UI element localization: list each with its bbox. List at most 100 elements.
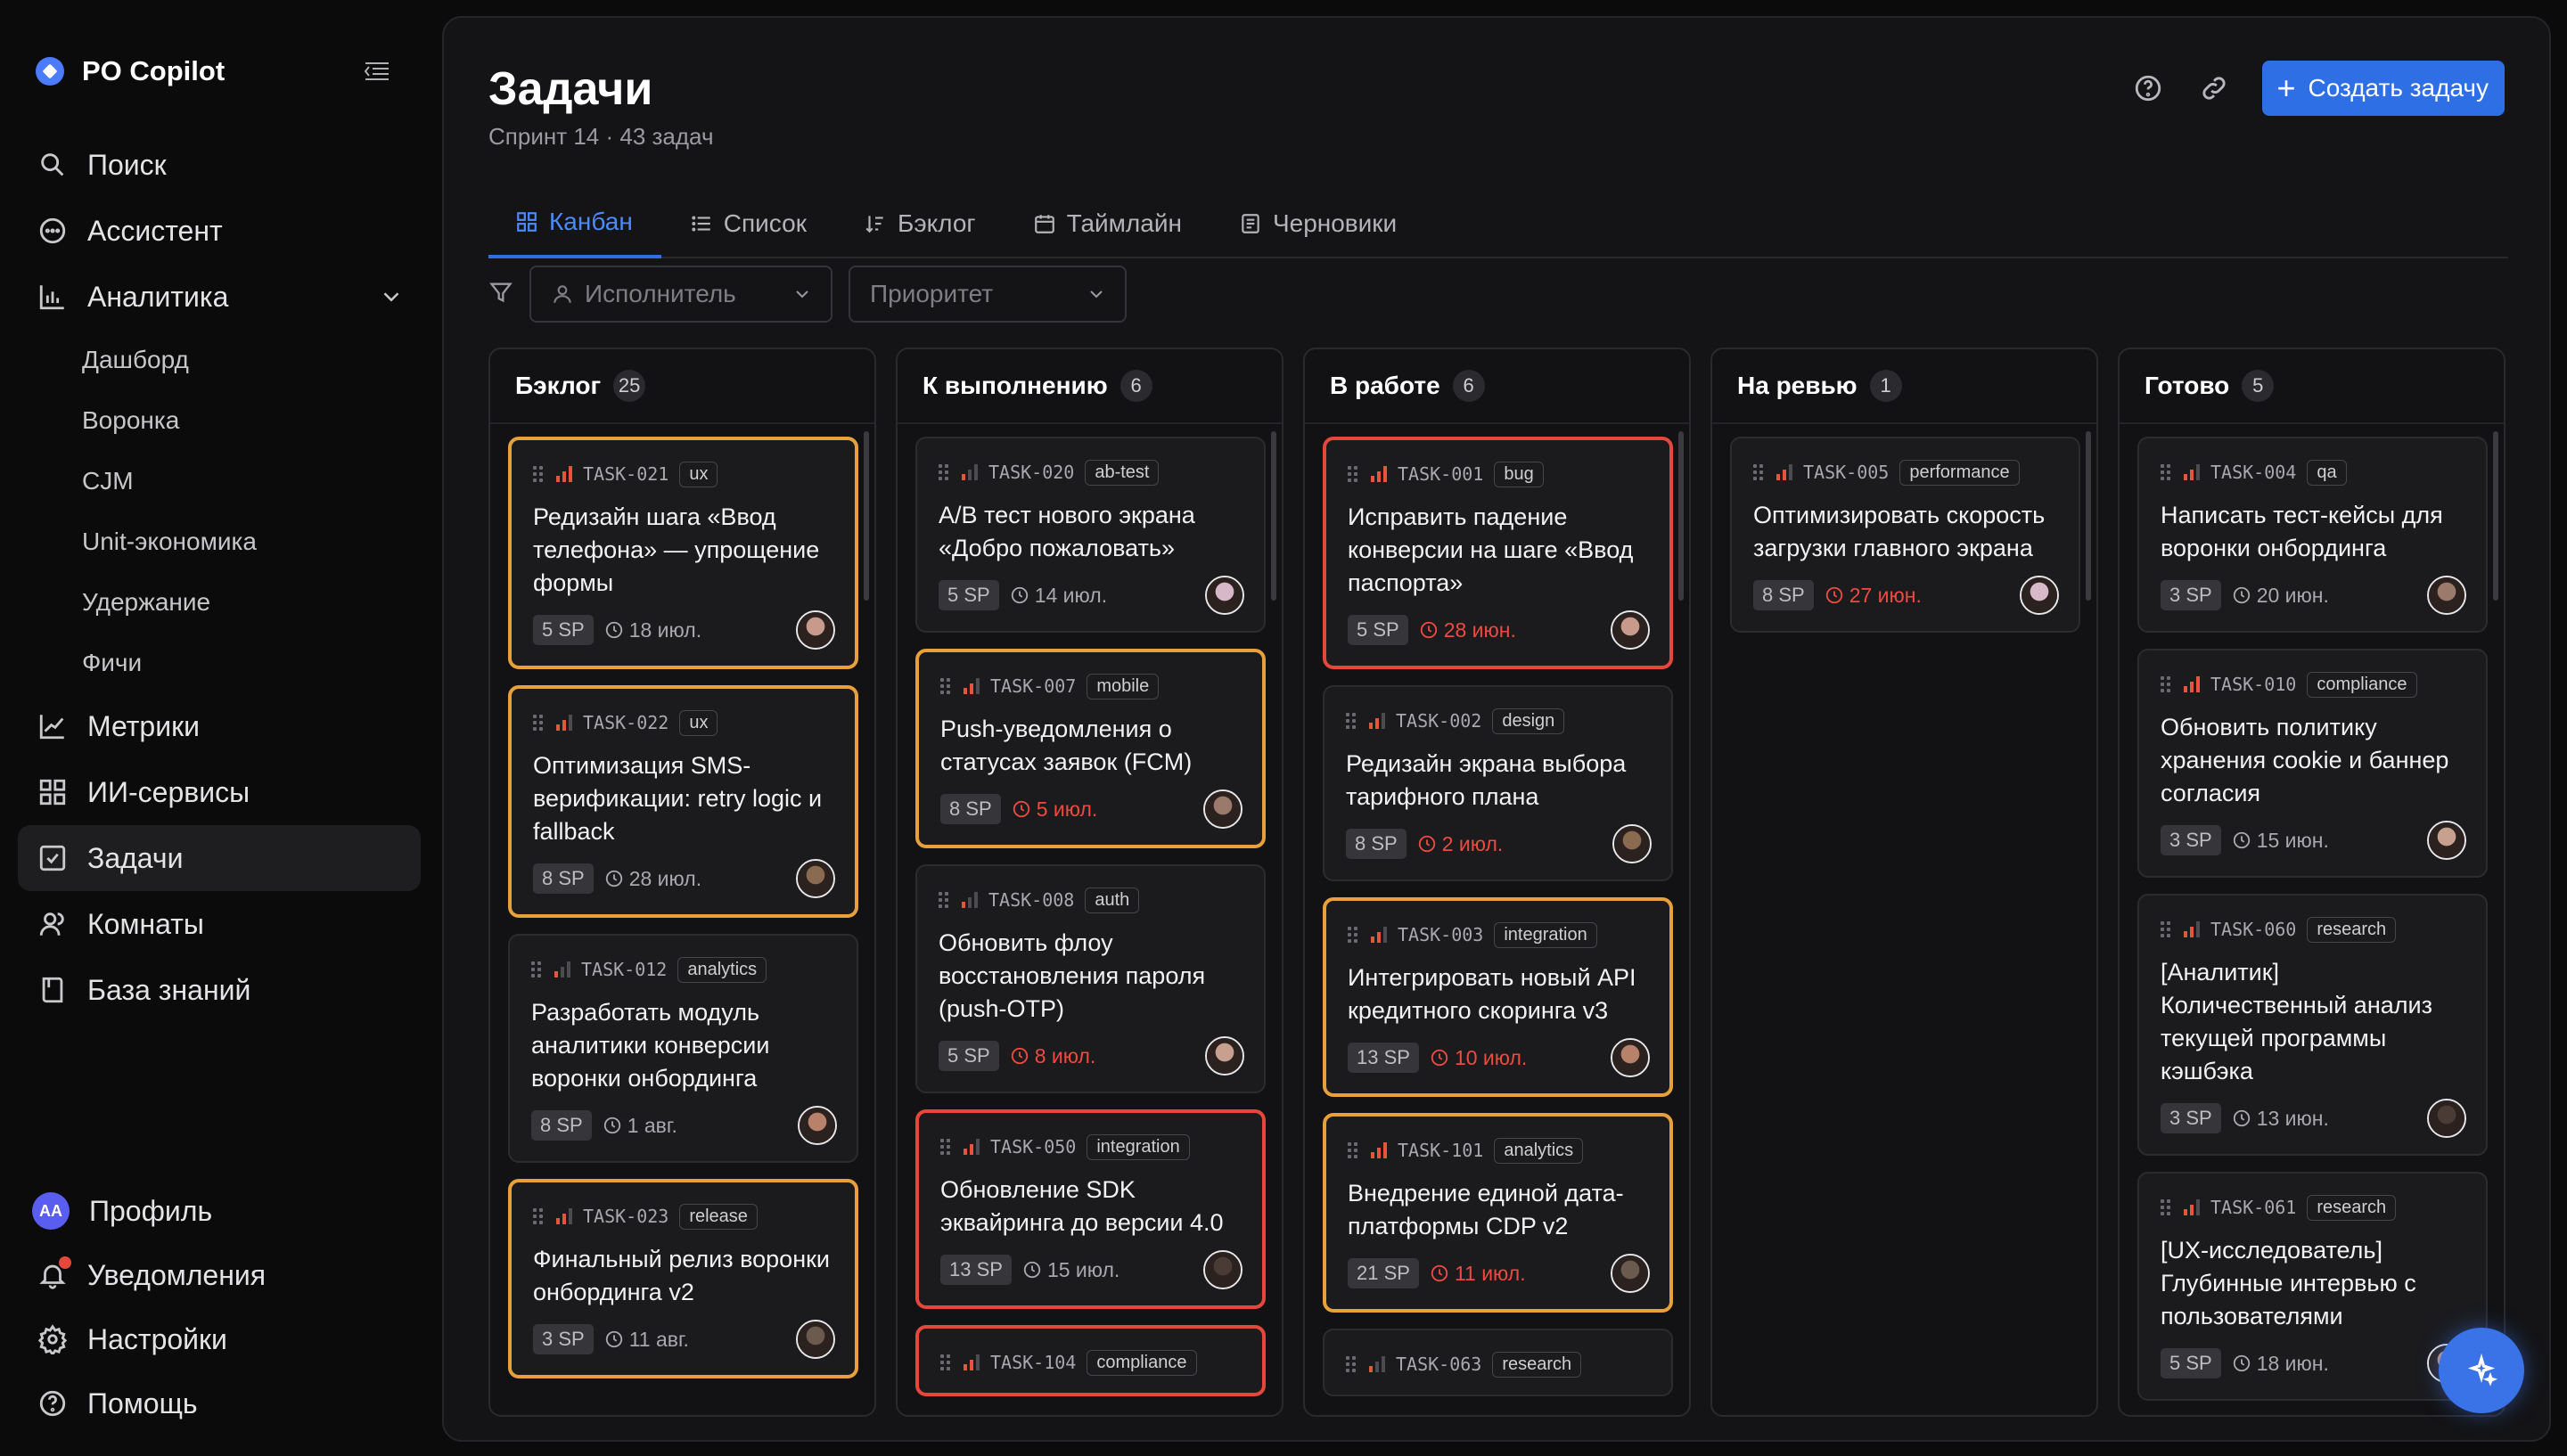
column-title: В работе [1330,372,1440,399]
assignee-avatar[interactable] [796,859,835,898]
due-date: 2 июл. [1417,832,1503,856]
sidebar-item-assistant[interactable]: Ассистент [18,198,421,264]
task-card[interactable]: TASK-061 research [UX-исследователь] Глуби… [2137,1172,2488,1401]
drag-handle-icon[interactable] [533,713,545,732]
task-card[interactable]: TASK-002 design Редизайн экрана выбора тар… [1323,685,1673,881]
sidebar-item-notifications[interactable]: Уведомления [18,1243,421,1307]
assignee-filter[interactable]: Исполнитель [529,266,832,323]
drag-handle-icon[interactable] [2161,920,2173,939]
drag-handle-icon[interactable] [940,1137,953,1157]
subnav-item-features[interactable]: Фичи [82,633,421,693]
task-card[interactable]: TASK-022 ux Оптимизация SMS-верификации: r… [508,685,858,918]
due-date: 5 июл. [1012,798,1097,822]
sidebar-item-settings[interactable]: Настройки [18,1307,421,1371]
assignee-avatar[interactable] [798,1106,837,1145]
assignee-avatar[interactable] [796,1320,835,1359]
tab-drafts[interactable]: Черновики [1210,189,1425,258]
task-card[interactable]: TASK-001 bug Исправить падение конверсии н… [1323,437,1673,669]
task-id: TASK-005 [1803,462,1890,483]
assignee-avatar[interactable] [2427,576,2466,615]
assignee-avatar[interactable] [2427,1099,2466,1138]
sidebar-item-metrics[interactable]: Метрики [18,693,421,759]
drag-handle-icon[interactable] [1346,711,1358,731]
task-card[interactable]: TASK-101 analytics Внедрение единой дата-п… [1323,1113,1673,1313]
task-card[interactable]: TASK-004 qa Написать тест-кейсы для воронк… [2137,437,2488,633]
subnav-item-unit-economics[interactable]: Unit-экономика [82,511,421,572]
assignee-avatar[interactable] [1611,1254,1650,1293]
task-card[interactable]: TASK-063 research [1323,1329,1673,1396]
drag-handle-icon[interactable] [531,960,544,979]
create-task-button[interactable]: + Создать задачу [2262,61,2505,116]
sidebar-collapse-icon[interactable] [362,59,392,84]
sidebar-item-profile[interactable]: AA Профиль [18,1179,421,1243]
drag-handle-icon[interactable] [533,464,545,484]
copy-link-button[interactable] [2196,70,2232,106]
filter-icon[interactable] [488,280,513,309]
assignee-avatar[interactable] [1205,576,1244,615]
drag-handle-icon[interactable] [939,890,951,910]
assignee-avatar[interactable] [1612,824,1652,863]
assignee-avatar[interactable] [1611,610,1650,650]
task-card[interactable]: TASK-008 auth Обновить флоу восстановления… [915,864,1266,1093]
task-card[interactable]: TASK-021 ux Редизайн шага «Ввод телефона» … [508,437,858,669]
column-scrollbar[interactable] [2086,431,2091,601]
assignee-avatar[interactable] [2427,821,2466,860]
tab-timeline[interactable]: Таймлайн [1005,189,1210,258]
tab-label: Бэклог [897,209,976,237]
task-card[interactable]: TASK-050 integration Обновление SDK эквайр… [915,1109,1266,1309]
tab-kanban[interactable]: Канбан [488,189,661,258]
task-card[interactable]: TASK-060 research [Аналитик] Количественны… [2137,894,2488,1156]
drag-handle-icon[interactable] [2161,1198,2173,1217]
sidebar-item-tasks[interactable]: Задачи [18,825,421,891]
task-tag: release [679,1203,758,1230]
drag-handle-icon[interactable] [1348,925,1360,945]
brand[interactable]: PO Copilot [36,55,225,87]
assignee-avatar[interactable] [796,610,835,650]
drag-handle-icon[interactable] [1348,1141,1360,1160]
task-card[interactable]: TASK-003 integration Интегрировать новый A… [1323,897,1673,1097]
task-card[interactable]: TASK-104 compliance [915,1325,1266,1396]
column-scrollbar[interactable] [2493,431,2498,601]
chevron-down-icon[interactable] [378,283,405,310]
story-points: 5 SP [533,615,594,645]
drag-handle-icon[interactable] [1753,462,1766,482]
sidebar-item-ai-services[interactable]: ИИ-сервисы [18,759,421,825]
column-scrollbar[interactable] [864,431,869,601]
subnav-item-cjm[interactable]: CJM [82,451,421,511]
sidebar-item-help[interactable]: Помощь [18,1371,421,1436]
task-card[interactable]: TASK-023 release Финальный релиз воронки о… [508,1179,858,1378]
assignee-avatar[interactable] [1203,1250,1242,1289]
task-card[interactable]: TASK-005 performance Оптимизировать скорос… [1730,437,2080,633]
column-scrollbar[interactable] [1678,431,1684,601]
task-card[interactable]: TASK-020 ab-test A/B тест нового экрана «Д… [915,437,1266,633]
assignee-avatar[interactable] [2020,576,2059,615]
drag-handle-icon[interactable] [1348,464,1360,484]
drag-handle-icon[interactable] [940,1353,953,1372]
priority-filter[interactable]: Приоритет [849,266,1127,323]
ai-assistant-fab[interactable] [2439,1328,2524,1413]
column-scrollbar[interactable] [1271,431,1276,601]
drag-handle-icon[interactable] [939,462,951,482]
tab-list[interactable]: Список [661,189,835,258]
assignee-avatar[interactable] [1611,1038,1650,1077]
drag-handle-icon[interactable] [940,676,953,696]
task-card[interactable]: TASK-010 compliance Обновить политику хран… [2137,649,2488,878]
drag-handle-icon[interactable] [1346,1354,1358,1374]
card-footer: 5 SP 14 июл. [939,576,1242,615]
tab-backlog[interactable]: Бэклог [835,189,1005,258]
sidebar-item-rooms[interactable]: Комнаты [18,891,421,957]
subnav-item-dashboard[interactable]: Дашборд [82,330,421,390]
subnav-item-retention[interactable]: Удержание [82,572,421,633]
task-card[interactable]: TASK-007 mobile Push-уведомления о статуса… [915,649,1266,848]
subnav-item-funnel[interactable]: Воронка [82,390,421,451]
sidebar-item-analytics[interactable]: Аналитика [18,264,421,330]
task-card[interactable]: TASK-012 analytics Разработать модуль анал… [508,934,858,1163]
drag-handle-icon[interactable] [2161,462,2173,482]
sidebar-item-knowledge-base[interactable]: База знаний [18,957,421,1023]
drag-handle-icon[interactable] [533,1207,545,1226]
assignee-avatar[interactable] [1205,1036,1244,1076]
sidebar-item-search[interactable]: Поиск [18,132,421,198]
drag-handle-icon[interactable] [2161,675,2173,694]
assignee-avatar[interactable] [1203,789,1242,829]
help-button[interactable] [2130,70,2166,106]
